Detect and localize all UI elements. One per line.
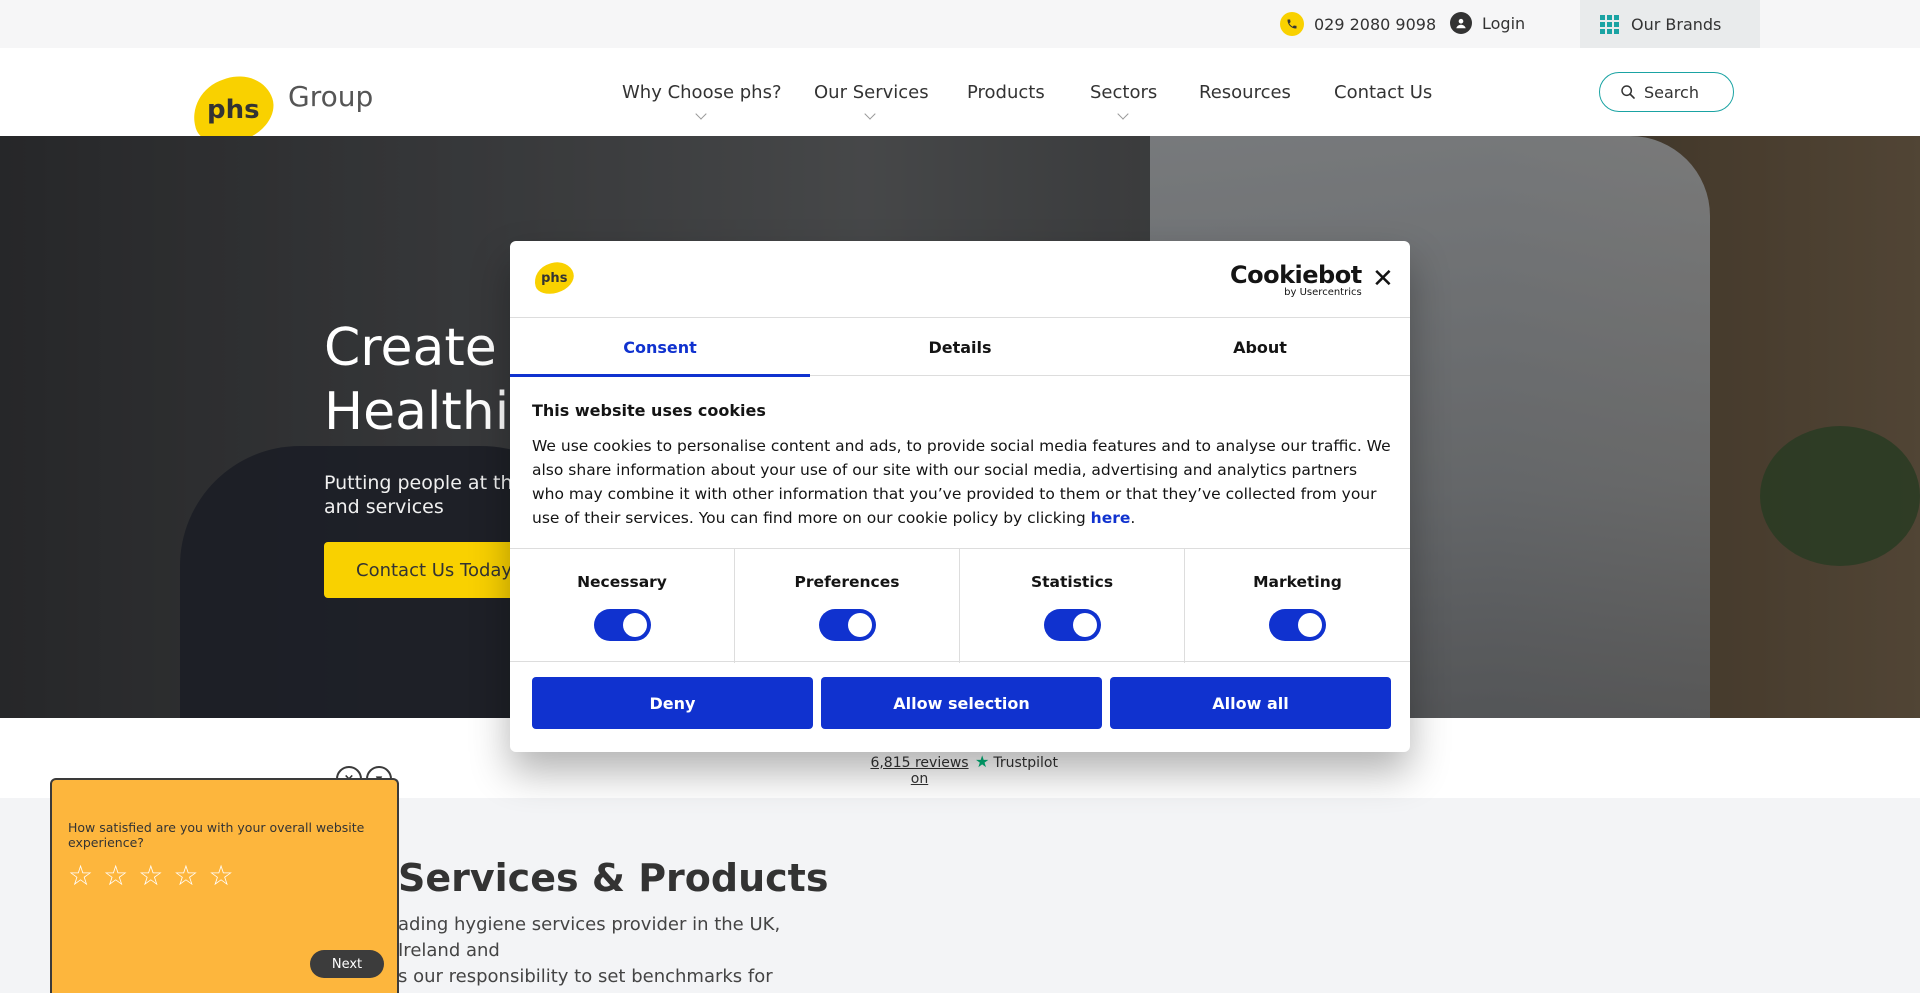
our-brands-label: Our Brands: [1631, 14, 1722, 34]
nav-contact-us[interactable]: Contact Us: [1334, 82, 1432, 103]
cookiebot-logo[interactable]: Cookiebot by Usercentrics: [1230, 263, 1362, 299]
toggle-necessary: Necessary: [510, 549, 735, 663]
hero-title: Create Healthi: [324, 316, 509, 444]
top-utility-bar: 029 2080 9098 Login Our Brands: [0, 0, 1920, 48]
allow-all-button[interactable]: Allow all: [1110, 677, 1391, 729]
nav-our-services[interactable]: Our Services: [814, 82, 929, 120]
survey-widget: How satisfied are you with your overall …: [50, 778, 399, 993]
toggle-marketing: Marketing: [1185, 549, 1410, 663]
phs-group-logo[interactable]: phs Group: [184, 66, 374, 154]
section-title: Services & Products: [398, 856, 829, 900]
toggle-label: Preferences: [794, 573, 900, 591]
cookie-logo-text: phs: [540, 270, 568, 286]
our-brands-button[interactable]: Our Brands: [1580, 0, 1760, 48]
login-label: Login: [1482, 13, 1526, 33]
nav-label: Products: [967, 82, 1045, 103]
phone-icon: [1280, 12, 1304, 36]
phs-logo-mark: phs: [530, 258, 578, 298]
nav-label: Contact Us: [1334, 82, 1433, 103]
cookie-heading: This website uses cookies: [532, 401, 766, 420]
survey-next-button[interactable]: Next: [310, 950, 384, 978]
allow-selection-button[interactable]: Allow selection: [821, 677, 1102, 729]
nav-why-choose-phs[interactable]: Why Choose phs?: [622, 82, 782, 120]
cookie-text: We use cookies to personalise content an…: [532, 434, 1392, 530]
star-icon[interactable]: ☆: [208, 862, 233, 890]
nav-label: Sectors: [1090, 82, 1158, 103]
cookie-text-body: We use cookies to personalise content an…: [532, 437, 1391, 527]
section-body: ading hygiene services provider in the U…: [398, 914, 781, 993]
nav-label: Our Services: [814, 82, 929, 103]
toggle-preferences: Preferences: [735, 549, 960, 663]
contact-us-today-button[interactable]: Contact Us Today: [324, 542, 524, 598]
survey-question: How satisfied are you with your overall …: [68, 820, 365, 850]
logo-text: Group: [288, 79, 374, 113]
star-icon[interactable]: ☆: [68, 862, 93, 890]
survey-rating: ☆ ☆ ☆ ☆ ☆: [68, 862, 234, 890]
toggle-label: Necessary: [577, 573, 667, 591]
cookie-dialog-header: phs Cookiebot by Usercentrics ✕: [510, 241, 1410, 318]
toggle-label: Marketing: [1253, 573, 1342, 591]
trustpilot-brand: Trustpilot: [993, 755, 1058, 771]
nav-resources[interactable]: Resources: [1199, 82, 1291, 103]
trustpilot-widget[interactable]: 6,815 reviews on ★ Trustpilot: [868, 746, 1058, 787]
hero-title-line2: Healthi: [324, 382, 510, 442]
logo-mark-text: phs: [206, 95, 260, 126]
marketing-switch[interactable]: [1269, 609, 1326, 641]
tab-details[interactable]: Details: [810, 318, 1110, 376]
phone-number: 029 2080 9098: [1314, 14, 1437, 34]
star-icon[interactable]: ☆: [173, 862, 198, 890]
nav-products[interactable]: Products: [967, 82, 1045, 103]
cookie-consent-dialog: phs Cookiebot by Usercentrics ✕ Consent …: [510, 241, 1410, 752]
tab-consent[interactable]: Consent: [510, 318, 810, 377]
user-icon: [1450, 12, 1472, 34]
cookie-toggles: Necessary Preferences Statistics Marketi…: [510, 548, 1410, 663]
cookie-body: This website uses cookies We use cookies…: [532, 401, 1392, 530]
hero-title-line1: Create: [324, 318, 497, 378]
cookie-buttons: Deny Allow selection Allow all: [532, 677, 1391, 729]
star-icon[interactable]: ☆: [138, 862, 163, 890]
cookie-text-suffix: .: [1130, 509, 1136, 527]
cookie-policy-link[interactable]: here: [1091, 509, 1131, 527]
phone-link[interactable]: 029 2080 9098: [1280, 12, 1436, 36]
toggle-label: Statistics: [1030, 573, 1114, 591]
cookie-tabs: Consent Details About: [510, 318, 1410, 377]
search-icon: [1620, 84, 1636, 100]
necessary-switch[interactable]: [593, 609, 651, 641]
nav-sectors[interactable]: Sectors: [1090, 82, 1158, 120]
login-link[interactable]: Login: [1450, 12, 1525, 34]
close-icon[interactable]: ✕: [1372, 266, 1394, 292]
preferences-switch[interactable]: [818, 609, 876, 641]
deny-button[interactable]: Deny: [532, 677, 813, 729]
nav-label: Why Choose phs?: [622, 82, 782, 103]
star-icon[interactable]: ☆: [103, 862, 128, 890]
grid-icon: [1600, 14, 1619, 34]
nav-label: Resources: [1199, 82, 1291, 103]
toggle-statistics: Statistics: [960, 549, 1185, 663]
trustpilot-star-icon: ★: [975, 752, 990, 771]
search-button[interactable]: Search: [1599, 72, 1734, 112]
tab-about[interactable]: About: [1110, 318, 1410, 376]
statistics-switch[interactable]: [1043, 609, 1101, 641]
cookiebot-brand: Cookiebot: [1230, 261, 1362, 289]
trustpilot-reviews-count: 6,815 reviews on: [870, 755, 969, 787]
search-label: Search: [1644, 82, 1699, 102]
